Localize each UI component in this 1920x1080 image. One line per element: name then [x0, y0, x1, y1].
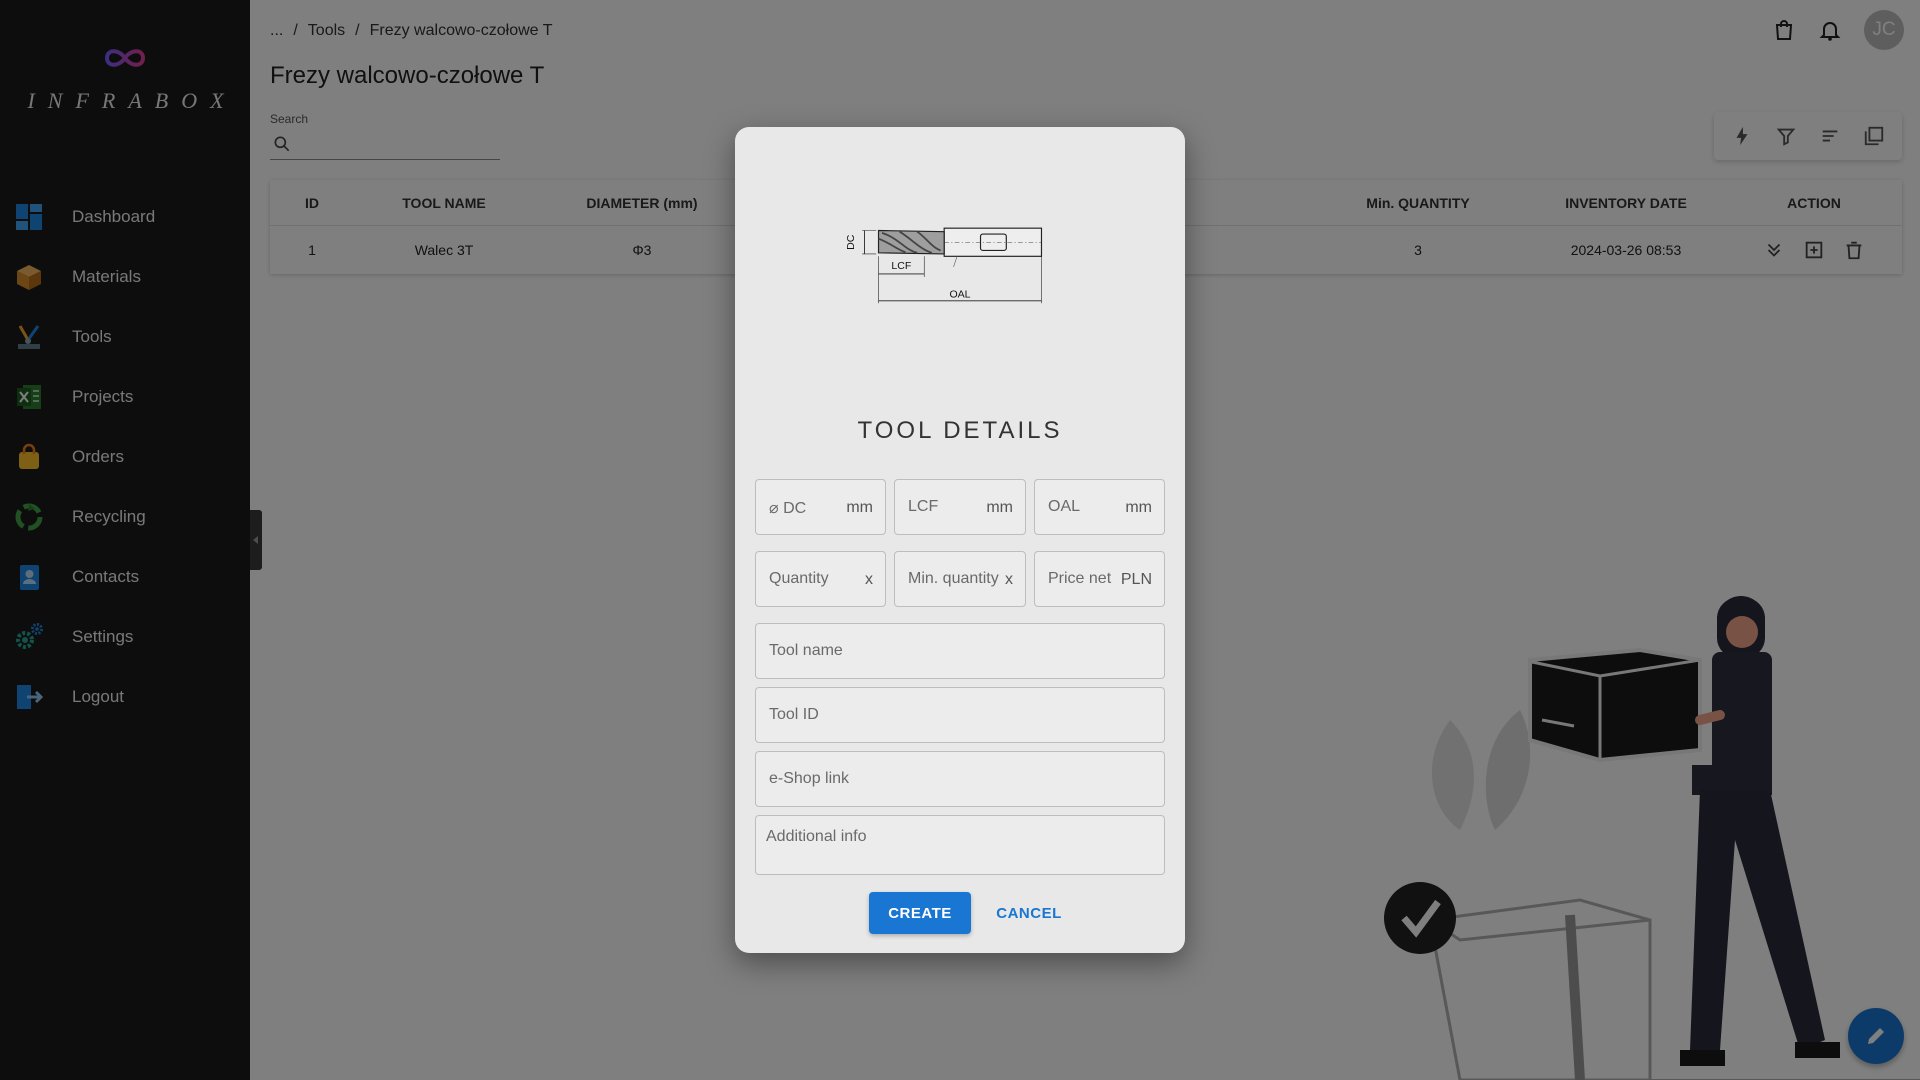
tool-id-field[interactable]: Tool ID: [755, 687, 1165, 743]
additional-info-placeholder: Additional info: [766, 828, 867, 845]
additional-info-field[interactable]: Additional info: [755, 815, 1165, 875]
lcf-dimension-label: LCF: [891, 260, 911, 272]
min-quantity-unit: x: [1005, 571, 1013, 588]
lcf-placeholder: LCF: [908, 498, 939, 515]
tool-dimension-diagram: DC LCF OAL: [845, 227, 1043, 304]
min-quantity-placeholder: Min. quantity: [908, 570, 999, 587]
lcf-unit: mm: [986, 499, 1013, 516]
lcf-field[interactable]: LCF mm: [894, 479, 1026, 535]
oal-placeholder: OAL: [1048, 498, 1081, 515]
tool-name-field[interactable]: Tool name: [755, 623, 1165, 679]
dialog-title: TOOL DETAILS: [857, 417, 1063, 444]
eshop-link-placeholder: e-Shop link: [769, 770, 850, 787]
oal-field[interactable]: OAL mm: [1034, 479, 1165, 535]
oal-unit: mm: [1125, 499, 1152, 516]
min-quantity-field[interactable]: Min. quantity x: [894, 551, 1026, 607]
tool-name-placeholder: Tool name: [769, 642, 843, 659]
quantity-field[interactable]: Quantity x: [755, 551, 886, 607]
eshop-link-field[interactable]: e-Shop link: [755, 751, 1165, 807]
quantity-placeholder: Quantity: [769, 570, 829, 587]
price-net-placeholder: Price net: [1048, 570, 1112, 587]
quantity-unit: x: [865, 571, 873, 588]
cancel-button[interactable]: CANCEL: [979, 892, 1079, 934]
tool-details-dialog: DC LCF OAL TOOL DETAILS ⌀ DC mm LCF mm O…: [735, 127, 1185, 953]
price-net-field[interactable]: Price net PLN: [1034, 551, 1165, 607]
dc-unit: mm: [846, 499, 873, 516]
oal-dimension-label: OAL: [949, 288, 970, 300]
tool-id-placeholder: Tool ID: [769, 706, 819, 723]
create-button[interactable]: CREATE: [869, 892, 971, 934]
dc-field[interactable]: ⌀ DC mm: [755, 479, 886, 535]
dc-placeholder: ⌀ DC: [769, 500, 807, 517]
price-net-unit: PLN: [1120, 571, 1152, 588]
dc-dimension-label: DC: [845, 234, 857, 250]
